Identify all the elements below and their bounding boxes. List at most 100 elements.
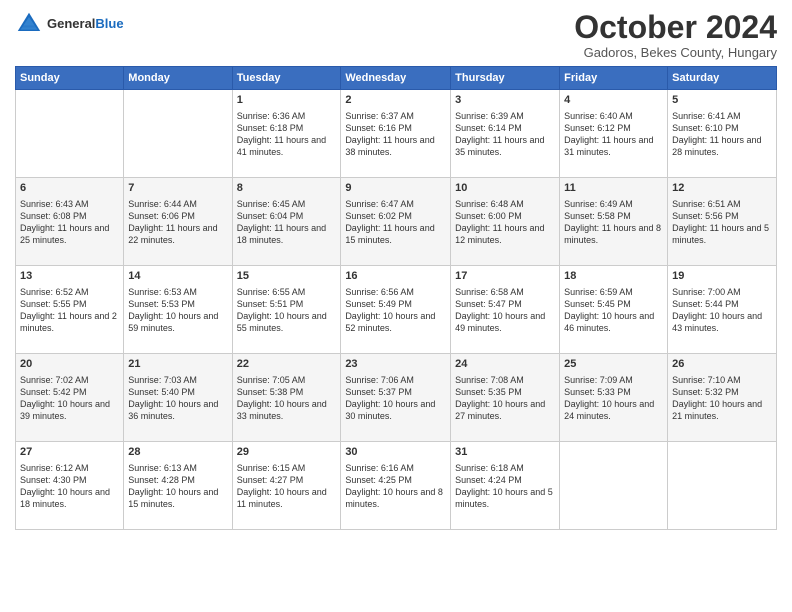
calendar-cell bbox=[16, 90, 124, 178]
calendar-cell: 22 Sunrise: 7:05 AM Sunset: 5:38 PM Dayli… bbox=[232, 354, 341, 442]
page: GeneralBlue October 2024 Gadoros, Bekes … bbox=[0, 0, 792, 612]
day-number: 18 bbox=[564, 269, 663, 284]
day-number: 22 bbox=[237, 357, 337, 372]
logo-icon bbox=[15, 10, 43, 38]
calendar-cell: 4 Sunrise: 6:40 AM Sunset: 6:12 PM Daylig… bbox=[560, 90, 668, 178]
calendar-cell: 23 Sunrise: 7:06 AM Sunset: 5:37 PM Dayli… bbox=[341, 354, 451, 442]
header-day-friday: Friday bbox=[560, 67, 668, 90]
day-number: 29 bbox=[237, 445, 337, 460]
week-row-0: 1 Sunrise: 6:36 AM Sunset: 6:18 PM Daylig… bbox=[16, 90, 777, 178]
calendar-cell: 5Sunrise: 6:41 AM Sunset: 6:10 PM Daylig… bbox=[668, 90, 777, 178]
calendar-cell: 28 Sunrise: 6:13 AM Sunset: 4:28 PM Dayli… bbox=[124, 442, 232, 530]
calendar-cell: 2 Sunrise: 6:37 AM Sunset: 6:16 PM Daylig… bbox=[341, 90, 451, 178]
day-number: 28 bbox=[128, 445, 227, 460]
header-day-thursday: Thursday bbox=[451, 67, 560, 90]
day-info: Sunrise: 6:36 AM Sunset: 6:18 PM Dayligh… bbox=[237, 110, 337, 159]
calendar-cell: 12 Sunrise: 6:51 AM Sunset: 5:56 PM Dayli… bbox=[668, 178, 777, 266]
day-info: Sunrise: 6:18 AM Sunset: 4:24 PM Dayligh… bbox=[455, 462, 555, 511]
day-number: 8 bbox=[237, 181, 337, 196]
calendar-cell: 3 Sunrise: 6:39 AM Sunset: 6:14 PM Daylig… bbox=[451, 90, 560, 178]
day-info: Sunrise: 6:45 AM Sunset: 6:04 PM Dayligh… bbox=[237, 198, 337, 247]
title-block: October 2024 Gadoros, Bekes County, Hung… bbox=[574, 10, 777, 60]
day-info: Sunrise: 6:53 AM Sunset: 5:53 PM Dayligh… bbox=[128, 286, 227, 335]
calendar-cell: 24 Sunrise: 7:08 AM Sunset: 5:35 PM Dayli… bbox=[451, 354, 560, 442]
calendar-cell: 14Sunrise: 6:53 AM Sunset: 5:53 PM Dayli… bbox=[124, 266, 232, 354]
day-info: Sunrise: 7:05 AM Sunset: 5:38 PM Dayligh… bbox=[237, 374, 337, 423]
calendar-cell: 26Sunrise: 7:10 AM Sunset: 5:32 PM Dayli… bbox=[668, 354, 777, 442]
day-info: Sunrise: 6:16 AM Sunset: 4:25 PM Dayligh… bbox=[345, 462, 446, 511]
day-info: Sunrise: 6:15 AM Sunset: 4:27 PM Dayligh… bbox=[237, 462, 337, 511]
day-info: Sunrise: 6:59 AM Sunset: 5:45 PM Dayligh… bbox=[564, 286, 663, 335]
day-info: Sunrise: 6:48 AM Sunset: 6:00 PM Dayligh… bbox=[455, 198, 555, 247]
day-number: 31 bbox=[455, 445, 555, 460]
day-number: 21 bbox=[128, 357, 227, 372]
day-info: Sunrise: 7:08 AM Sunset: 5:35 PM Dayligh… bbox=[455, 374, 555, 423]
day-number: 17 bbox=[455, 269, 555, 284]
day-number: 6 bbox=[20, 181, 119, 196]
day-info: Sunrise: 6:43 AM Sunset: 6:08 PM Dayligh… bbox=[20, 198, 119, 247]
calendar-cell: 19Sunrise: 7:00 AM Sunset: 5:44 PM Dayli… bbox=[668, 266, 777, 354]
header-day-wednesday: Wednesday bbox=[341, 67, 451, 90]
month-title: October 2024 bbox=[574, 10, 777, 45]
day-number: 9 bbox=[345, 181, 446, 196]
week-row-4: 27 Sunrise: 6:12 AM Sunset: 4:30 PM Dayli… bbox=[16, 442, 777, 530]
logo-general: General bbox=[47, 16, 95, 31]
calendar-header: SundayMondayTuesdayWednesdayThursdayFrid… bbox=[16, 67, 777, 90]
logo-text: GeneralBlue bbox=[47, 16, 124, 32]
header-day-sunday: Sunday bbox=[16, 67, 124, 90]
day-info: Sunrise: 6:12 AM Sunset: 4:30 PM Dayligh… bbox=[20, 462, 119, 511]
calendar-cell: 13 Sunrise: 6:52 AM Sunset: 5:55 PM Dayli… bbox=[16, 266, 124, 354]
location-subtitle: Gadoros, Bekes County, Hungary bbox=[574, 45, 777, 60]
day-number: 27 bbox=[20, 445, 119, 460]
day-info: Sunrise: 6:37 AM Sunset: 6:16 PM Dayligh… bbox=[345, 110, 446, 159]
day-number: 30 bbox=[345, 445, 446, 460]
day-number: 3 bbox=[455, 93, 555, 108]
calendar-cell: 29 Sunrise: 6:15 AM Sunset: 4:27 PM Dayli… bbox=[232, 442, 341, 530]
day-number: 11 bbox=[564, 181, 663, 196]
day-number: 4 bbox=[564, 93, 663, 108]
calendar-cell: 7Sunrise: 6:44 AM Sunset: 6:06 PM Daylig… bbox=[124, 178, 232, 266]
header: GeneralBlue October 2024 Gadoros, Bekes … bbox=[15, 10, 777, 60]
calendar-cell: 21 Sunrise: 7:03 AM Sunset: 5:40 PM Dayli… bbox=[124, 354, 232, 442]
calendar-cell: 10Sunrise: 6:48 AM Sunset: 6:00 PM Dayli… bbox=[451, 178, 560, 266]
calendar-cell bbox=[668, 442, 777, 530]
day-number: 23 bbox=[345, 357, 446, 372]
day-number: 5 bbox=[672, 93, 772, 108]
day-info: Sunrise: 7:06 AM Sunset: 5:37 PM Dayligh… bbox=[345, 374, 446, 423]
calendar-cell: 18 Sunrise: 6:59 AM Sunset: 5:45 PM Dayli… bbox=[560, 266, 668, 354]
calendar-cell: 20Sunrise: 7:02 AM Sunset: 5:42 PM Dayli… bbox=[16, 354, 124, 442]
day-number: 24 bbox=[455, 357, 555, 372]
header-day-saturday: Saturday bbox=[668, 67, 777, 90]
day-number: 12 bbox=[672, 181, 772, 196]
calendar-cell: 15 Sunrise: 6:55 AM Sunset: 5:51 PM Dayli… bbox=[232, 266, 341, 354]
day-number: 1 bbox=[237, 93, 337, 108]
day-info: Sunrise: 6:39 AM Sunset: 6:14 PM Dayligh… bbox=[455, 110, 555, 159]
calendar-cell: 6 Sunrise: 6:43 AM Sunset: 6:08 PM Daylig… bbox=[16, 178, 124, 266]
day-info: Sunrise: 6:44 AM Sunset: 6:06 PM Dayligh… bbox=[128, 198, 227, 247]
calendar-cell: 25Sunrise: 7:09 AM Sunset: 5:33 PM Dayli… bbox=[560, 354, 668, 442]
logo: GeneralBlue bbox=[15, 10, 124, 38]
day-info: Sunrise: 6:58 AM Sunset: 5:47 PM Dayligh… bbox=[455, 286, 555, 335]
day-number: 15 bbox=[237, 269, 337, 284]
day-number: 13 bbox=[20, 269, 119, 284]
day-info: Sunrise: 6:47 AM Sunset: 6:02 PM Dayligh… bbox=[345, 198, 446, 247]
day-info: Sunrise: 6:52 AM Sunset: 5:55 PM Dayligh… bbox=[20, 286, 119, 335]
day-number: 16 bbox=[345, 269, 446, 284]
day-info: Sunrise: 6:49 AM Sunset: 5:58 PM Dayligh… bbox=[564, 198, 663, 247]
calendar-cell: 9 Sunrise: 6:47 AM Sunset: 6:02 PM Daylig… bbox=[341, 178, 451, 266]
day-number: 2 bbox=[345, 93, 446, 108]
week-row-1: 6 Sunrise: 6:43 AM Sunset: 6:08 PM Daylig… bbox=[16, 178, 777, 266]
calendar: SundayMondayTuesdayWednesdayThursdayFrid… bbox=[15, 66, 777, 530]
day-info: Sunrise: 7:09 AM Sunset: 5:33 PM Dayligh… bbox=[564, 374, 663, 423]
day-info: Sunrise: 6:13 AM Sunset: 4:28 PM Dayligh… bbox=[128, 462, 227, 511]
calendar-body: 1 Sunrise: 6:36 AM Sunset: 6:18 PM Daylig… bbox=[16, 90, 777, 530]
day-info: Sunrise: 6:51 AM Sunset: 5:56 PM Dayligh… bbox=[672, 198, 772, 247]
day-info: Sunrise: 6:55 AM Sunset: 5:51 PM Dayligh… bbox=[237, 286, 337, 335]
day-info: Sunrise: 6:56 AM Sunset: 5:49 PM Dayligh… bbox=[345, 286, 446, 335]
calendar-cell bbox=[560, 442, 668, 530]
week-row-3: 20Sunrise: 7:02 AM Sunset: 5:42 PM Dayli… bbox=[16, 354, 777, 442]
day-info: Sunrise: 7:03 AM Sunset: 5:40 PM Dayligh… bbox=[128, 374, 227, 423]
day-info: Sunrise: 6:40 AM Sunset: 6:12 PM Dayligh… bbox=[564, 110, 663, 159]
header-day-monday: Monday bbox=[124, 67, 232, 90]
calendar-cell: 16 Sunrise: 6:56 AM Sunset: 5:49 PM Dayli… bbox=[341, 266, 451, 354]
